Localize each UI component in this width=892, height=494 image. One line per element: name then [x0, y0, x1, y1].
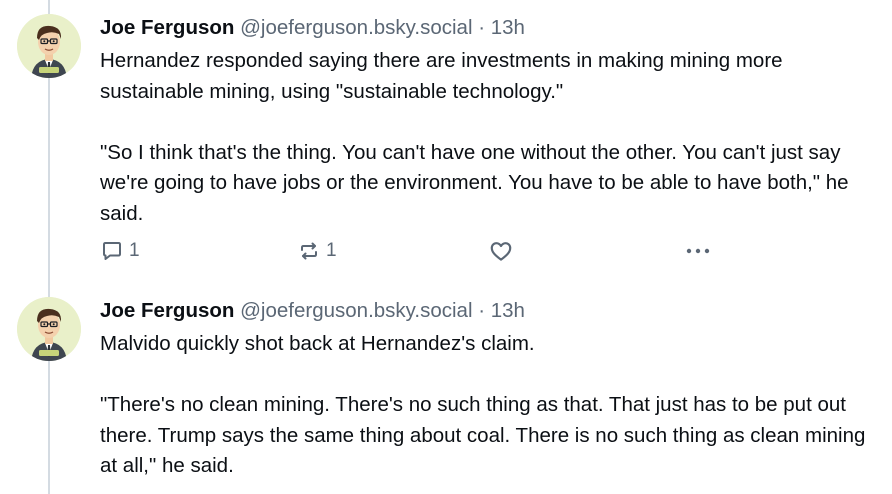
- post[interactable]: Joe Ferguson @joeferguson.bsky.social · …: [0, 283, 892, 494]
- repost-count: 1: [326, 240, 337, 261]
- more-icon: [684, 239, 712, 263]
- header-separator: ·: [478, 299, 486, 322]
- reply-icon: [100, 239, 124, 263]
- post-paragraph: Malvido quickly shot back at Hernandez's…: [100, 332, 535, 355]
- repost-button[interactable]: 1: [297, 236, 337, 266]
- post-header: Joe Ferguson @joeferguson.bsky.social · …: [100, 297, 525, 325]
- author-display-name[interactable]: Joe Ferguson: [100, 299, 234, 322]
- author-display-name[interactable]: Joe Ferguson: [100, 16, 234, 39]
- reply-button[interactable]: 1: [100, 236, 140, 266]
- post-body: Hernandez responded saying there are inv…: [100, 46, 870, 229]
- avatar[interactable]: [17, 14, 81, 78]
- reply-count: 1: [129, 240, 140, 261]
- more-options-button[interactable]: [684, 236, 712, 266]
- author-handle[interactable]: @joeferguson.bsky.social: [240, 299, 472, 322]
- post[interactable]: Joe Ferguson @joeferguson.bsky.social · …: [0, 0, 892, 280]
- post-timestamp[interactable]: 13h: [491, 299, 525, 322]
- post-paragraph: "There's no clean mining. There's no suc…: [100, 393, 866, 477]
- post-header: Joe Ferguson @joeferguson.bsky.social · …: [100, 14, 525, 42]
- heart-icon: [488, 238, 514, 264]
- like-button[interactable]: [488, 236, 514, 266]
- avatar[interactable]: [17, 297, 81, 361]
- post-body: Malvido quickly shot back at Hernandez's…: [100, 329, 870, 482]
- avatar-image: [17, 14, 81, 78]
- post-timestamp[interactable]: 13h: [491, 16, 525, 39]
- repost-icon: [297, 239, 321, 263]
- post-paragraph: Hernandez responded saying there are inv…: [100, 49, 783, 103]
- avatar-image: [17, 297, 81, 361]
- post-actions: 1 1: [100, 236, 720, 266]
- author-handle[interactable]: @joeferguson.bsky.social: [240, 16, 472, 39]
- header-separator: ·: [478, 16, 486, 39]
- post-paragraph: "So I think that's the thing. You can't …: [100, 140, 849, 225]
